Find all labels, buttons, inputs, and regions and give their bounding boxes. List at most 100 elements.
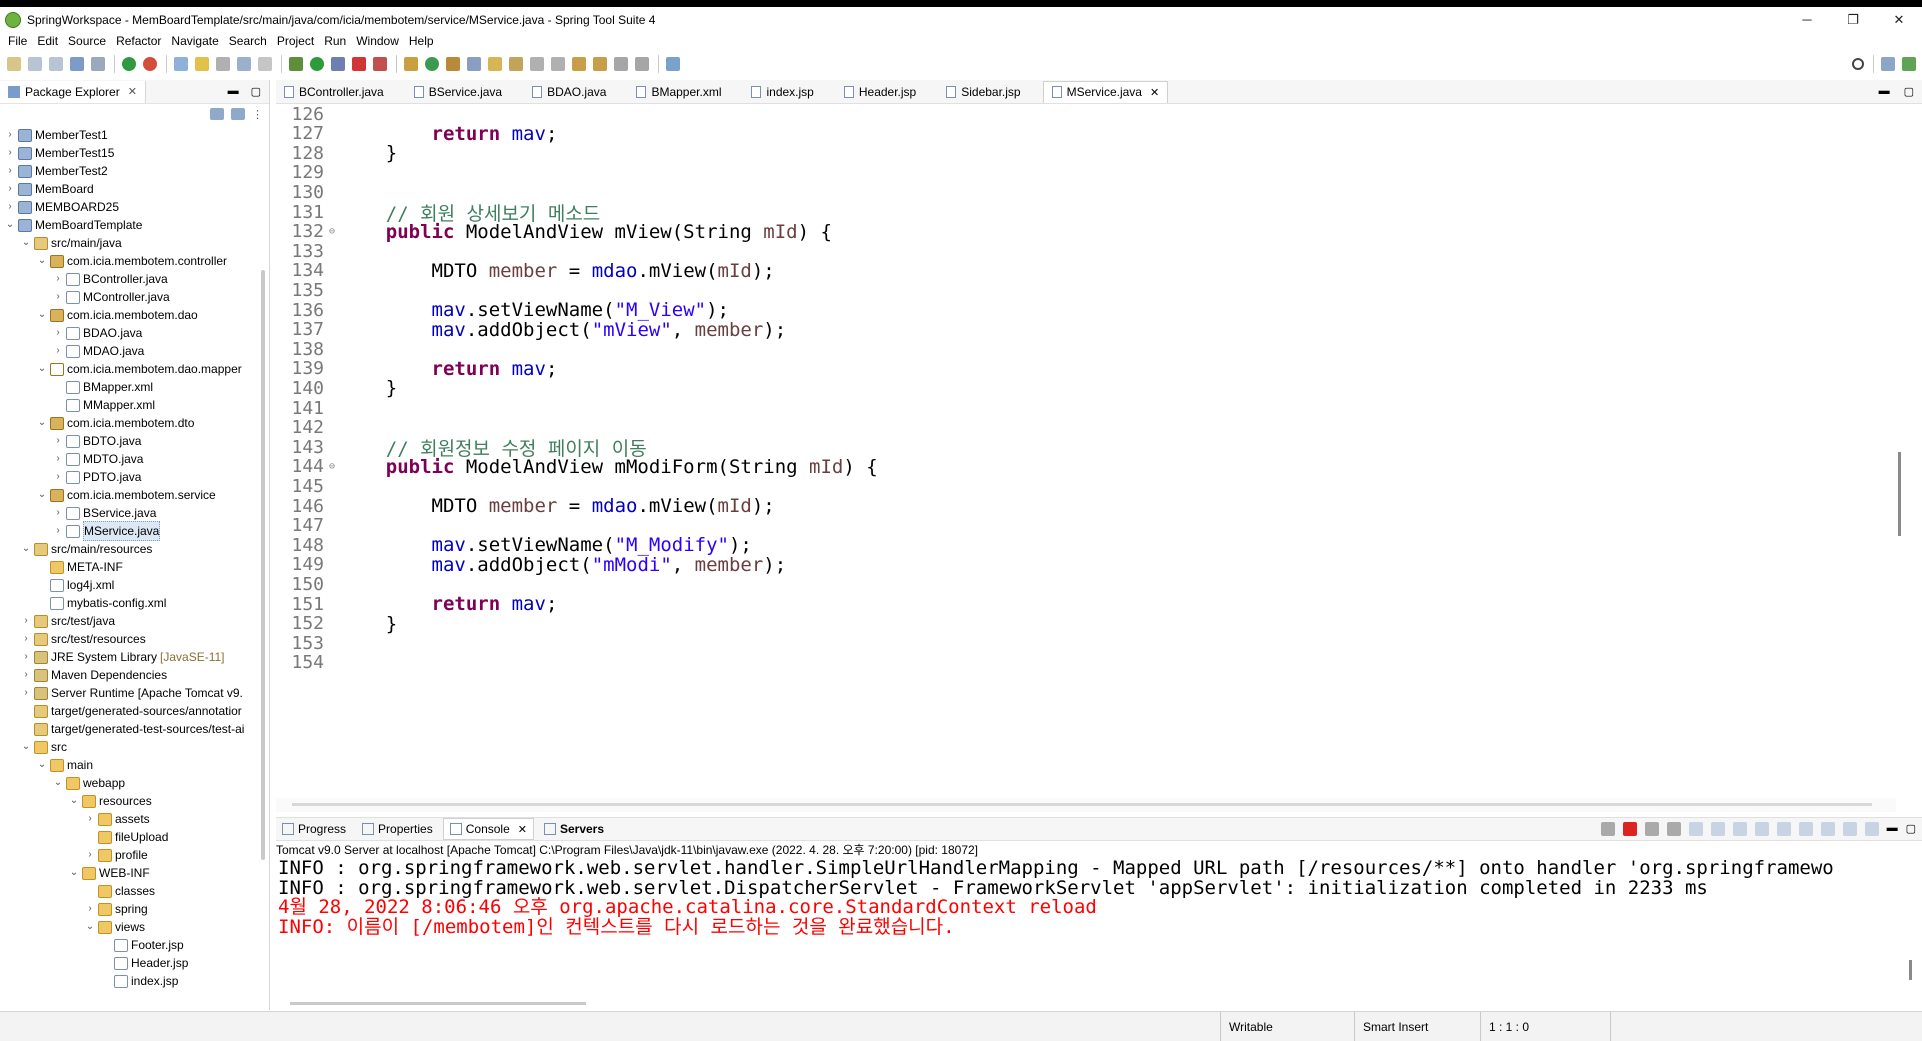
tree-item[interactable]: ⌄ src: [0, 738, 262, 756]
tree-item[interactable]: › Server Runtime [Apache Tomcat v9.: [0, 684, 262, 702]
editor-vscroll-thumb[interactable]: [1898, 452, 1901, 536]
save-icon[interactable]: [28, 57, 42, 71]
chevron-right-icon[interactable]: ›: [4, 126, 16, 144]
tree-item[interactable]: › Maven Dependencies: [0, 666, 262, 684]
remove-all-icon[interactable]: [1666, 822, 1681, 836]
chevron-down-icon[interactable]: ⌄: [4, 216, 16, 234]
tree-item[interactable]: target/generated-sources/annotatior: [0, 702, 262, 720]
console-vertical-scrollbar[interactable]: [1909, 960, 1912, 980]
run-icon[interactable]: [310, 57, 324, 71]
tree-item[interactable]: › PDTO.java: [0, 468, 262, 486]
chevron-right-icon[interactable]: ›: [20, 684, 32, 702]
tree-item[interactable]: › src/test/resources: [0, 630, 262, 648]
editor-tab[interactable]: BController.java: [276, 81, 392, 103]
tree-item[interactable]: fileUpload: [0, 828, 262, 846]
pin-editor-icon[interactable]: [666, 57, 680, 71]
tree-item[interactable]: ⌄ com.icia.membotem.dao: [0, 306, 262, 324]
chevron-right-icon[interactable]: ›: [20, 612, 32, 630]
back-icon[interactable]: [572, 57, 586, 71]
tree-item[interactable]: › src/test/java: [0, 612, 262, 630]
tree-item[interactable]: › BDAO.java: [0, 324, 262, 342]
chevron-down-icon[interactable]: ⌄: [68, 864, 80, 882]
search-icon[interactable]: [1852, 58, 1864, 70]
console-output[interactable]: INFO : org.springframework.web.servlet.h…: [276, 859, 1896, 1009]
chevron-right-icon[interactable]: ›: [52, 504, 64, 522]
tree-item[interactable]: › spring: [0, 900, 262, 918]
chevron-right-icon[interactable]: ›: [52, 450, 64, 468]
editor-tab[interactable]: MService.java ✕: [1042, 80, 1169, 103]
new-java-package-icon[interactable]: [404, 57, 418, 71]
tree-item[interactable]: › JRE System Library [JavaSE-11]: [0, 648, 262, 666]
chevron-right-icon[interactable]: ›: [20, 630, 32, 648]
chevron-right-icon[interactable]: ›: [52, 288, 64, 306]
menu-refactor[interactable]: Refactor: [116, 34, 161, 48]
remove-launch-icon[interactable]: [1600, 822, 1615, 836]
tree-item[interactable]: MMapper.xml: [0, 396, 262, 414]
chevron-down-icon[interactable]: ⌄: [52, 774, 64, 792]
show-whitespace-icon[interactable]: [216, 57, 230, 71]
external-tools-icon[interactable]: [373, 57, 387, 71]
coverage-icon[interactable]: [331, 57, 345, 71]
navigate-back-icon[interactable]: [614, 57, 628, 71]
panel-tab[interactable]: Console ✕: [442, 818, 534, 840]
chevron-right-icon[interactable]: ›: [4, 144, 16, 162]
chevron-down-icon[interactable]: ⌄: [84, 918, 96, 936]
chevron-right-icon[interactable]: ›: [84, 846, 96, 864]
tree-scrollbar-thumb[interactable]: [261, 270, 265, 860]
tree-item[interactable]: target/generated-test-sources/test-ai: [0, 720, 262, 738]
new-icon[interactable]: [7, 57, 21, 71]
display-selected-console-icon[interactable]: [1820, 822, 1835, 836]
spring-boot-icon[interactable]: [122, 57, 136, 71]
tree-item[interactable]: › MEMBOARD25: [0, 198, 262, 216]
open-type-icon[interactable]: [446, 57, 460, 71]
maximize-editor-icon[interactable]: ▢: [1904, 85, 1914, 98]
console-settings-icon[interactable]: [1864, 822, 1879, 836]
tree-item[interactable]: log4j.xml: [0, 576, 262, 594]
last-edit-location-icon[interactable]: [509, 57, 523, 71]
menu-search[interactable]: Search: [229, 34, 267, 48]
fold-icon[interactable]: ⊖: [324, 461, 340, 472]
editor-tab[interactable]: BService.java: [406, 81, 510, 103]
remove-all-terminated-icon[interactable]: [1644, 822, 1659, 836]
chevron-right-icon[interactable]: ›: [4, 162, 16, 180]
chevron-down-icon[interactable]: ⌄: [20, 540, 32, 558]
tree-item[interactable]: ⌄ src/main/resources: [0, 540, 262, 558]
chevron-down-icon[interactable]: ⌄: [36, 756, 48, 774]
maximize-view-icon[interactable]: ▢: [251, 85, 261, 98]
chevron-right-icon[interactable]: ›: [20, 648, 32, 666]
debug-icon[interactable]: [289, 57, 303, 71]
panel-tab[interactable]: Servers: [538, 818, 610, 840]
toggle-mark-occurrences-icon[interactable]: [174, 57, 188, 71]
editor-hscroll-thumb[interactable]: [292, 803, 1872, 806]
tree-item[interactable]: META-INF: [0, 558, 262, 576]
minimize-button[interactable]: ─: [1784, 7, 1830, 32]
tree-item[interactable]: ⌄ src/main/java: [0, 234, 262, 252]
tree-item[interactable]: ⌄ com.icia.membotem.dao.mapper: [0, 360, 262, 378]
chevron-down-icon[interactable]: ⌄: [20, 738, 32, 756]
tree-item[interactable]: › profile: [0, 846, 262, 864]
open-perspective-icon[interactable]: [1881, 57, 1895, 71]
tree-item[interactable]: ⌄ com.icia.membotem.service: [0, 486, 262, 504]
spring-perspective-icon[interactable]: [1902, 57, 1916, 71]
chevron-right-icon[interactable]: ›: [52, 342, 64, 360]
chevron-right-icon[interactable]: ›: [52, 468, 64, 486]
tree-item[interactable]: › MemberTest2: [0, 162, 262, 180]
menu-edit[interactable]: Edit: [37, 34, 58, 48]
chevron-down-icon[interactable]: ⌄: [36, 414, 48, 432]
chevron-right-icon[interactable]: ›: [20, 666, 32, 684]
tree-item[interactable]: ⌄ resources: [0, 792, 262, 810]
tree-item[interactable]: › assets: [0, 810, 262, 828]
word-wrap-icon[interactable]: [1732, 822, 1747, 836]
maximize-button[interactable]: ❐: [1830, 7, 1876, 32]
tree-item[interactable]: ⌄ views: [0, 918, 262, 936]
show-whitespace-chars-icon[interactable]: [258, 57, 272, 71]
tree-item[interactable]: ⌄ WEB-INF: [0, 864, 262, 882]
search-toolbar-icon[interactable]: [488, 57, 502, 71]
tree-item[interactable]: › MDAO.java: [0, 342, 262, 360]
chevron-right-icon[interactable]: ›: [4, 198, 16, 216]
status-insert-mode[interactable]: Smart Insert: [1354, 1012, 1488, 1041]
editor-tab[interactable]: index.jsp: [743, 81, 821, 103]
block-selection-icon[interactable]: [237, 57, 251, 71]
chevron-right-icon[interactable]: ›: [52, 522, 64, 540]
editor-tab[interactable]: Header.jsp: [836, 81, 924, 103]
